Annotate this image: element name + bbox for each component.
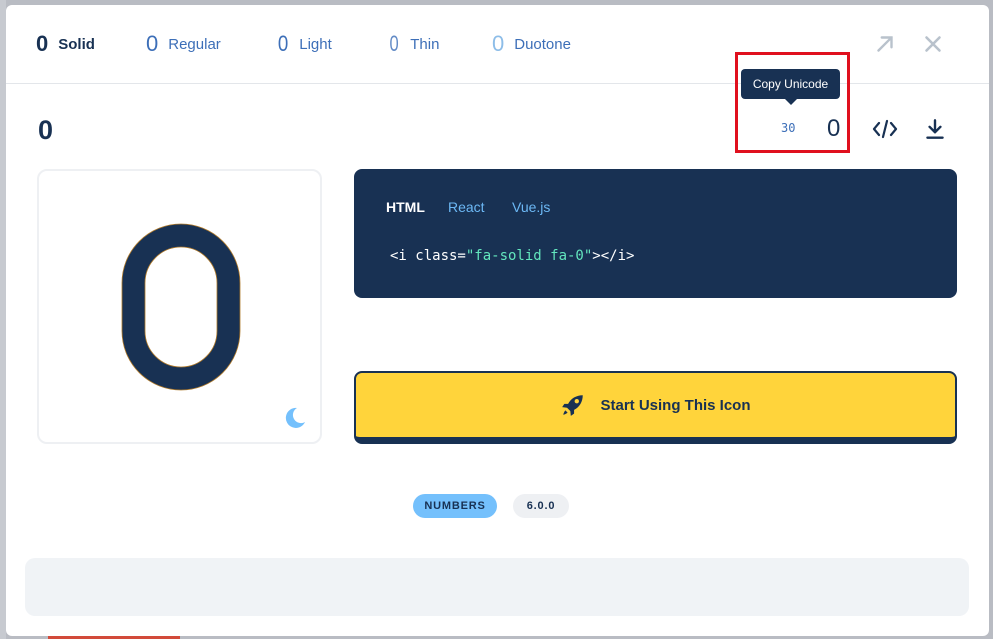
category-tag[interactable]: NUMBERS bbox=[413, 494, 497, 518]
code-prefix: <i class= bbox=[390, 248, 466, 264]
light-zero-icon: 0 bbox=[277, 31, 289, 56]
code-tab-react[interactable]: React bbox=[448, 199, 485, 215]
zero-preview-icon bbox=[121, 223, 241, 391]
tab-label: Thin bbox=[410, 35, 440, 53]
tab-label: Regular bbox=[168, 35, 221, 53]
code-snippet-panel: HTML React Vue.js <i class="fa-solid fa-… bbox=[354, 169, 957, 298]
rocket-icon bbox=[562, 395, 584, 416]
copy-glyph-button[interactable]: 0 bbox=[827, 115, 840, 143]
start-using-icon-button[interactable]: Start Using This Icon bbox=[354, 371, 957, 444]
code-snippet[interactable]: <i class="fa-solid fa-0"></i> bbox=[390, 248, 634, 264]
duotone-zero-icon: 0 bbox=[492, 31, 505, 56]
tab-label: Solid bbox=[58, 35, 95, 53]
copy-unicode-tooltip: Copy Unicode bbox=[741, 69, 840, 105]
code-icon[interactable] bbox=[871, 116, 899, 142]
code-string: "fa-solid fa-0" bbox=[465, 248, 593, 264]
icon-title: 0 bbox=[38, 115, 54, 145]
version-badge: 6.0.0 bbox=[513, 494, 569, 518]
code-tab-vue[interactable]: Vue.js bbox=[512, 199, 550, 215]
expand-arrow-icon[interactable] bbox=[872, 31, 898, 57]
icon-preview bbox=[37, 169, 322, 444]
cta-label: Start Using This Icon bbox=[600, 396, 751, 414]
tab-label: Duotone bbox=[514, 35, 571, 53]
tab-solid[interactable]: 0 Solid bbox=[36, 29, 95, 59]
close-icon[interactable] bbox=[920, 31, 946, 57]
code-tab-html[interactable]: HTML bbox=[386, 199, 425, 215]
tab-duotone[interactable]: 0 Duotone bbox=[492, 29, 571, 59]
footer-panel bbox=[25, 558, 969, 616]
tab-label: Light bbox=[299, 35, 332, 53]
tab-light[interactable]: 0 Light bbox=[277, 29, 332, 59]
thin-zero-icon: 0 bbox=[389, 31, 399, 56]
dark-mode-moon-icon[interactable] bbox=[283, 406, 307, 430]
tab-regular[interactable]: 0 Regular bbox=[146, 29, 221, 59]
regular-zero-icon: 0 bbox=[146, 31, 159, 56]
solid-zero-icon: 0 bbox=[36, 31, 49, 56]
icon-detail-modal: 0 Solid 0 Regular 0 Light 0 Thin 0 Duoto… bbox=[6, 5, 989, 636]
code-suffix: ></i> bbox=[592, 248, 635, 264]
download-icon[interactable] bbox=[921, 116, 949, 142]
copy-unicode-button[interactable]: 30 bbox=[781, 121, 795, 135]
tab-thin[interactable]: 0 Thin bbox=[388, 29, 440, 59]
